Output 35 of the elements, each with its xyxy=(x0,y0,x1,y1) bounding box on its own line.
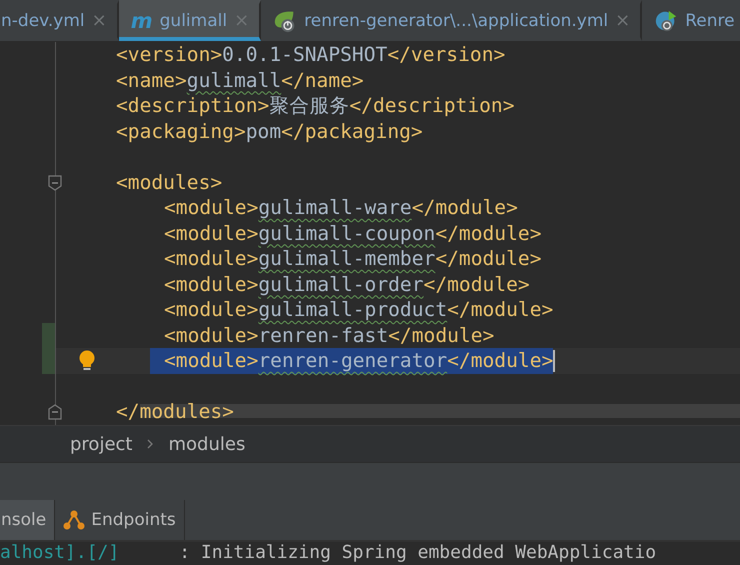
tab-label: renren-generator\...\application.yml xyxy=(304,10,608,30)
console-logger: alhost].[/] xyxy=(0,542,120,563)
code-line: <module>gulimall-order</module> xyxy=(164,272,530,297)
tab-label: nsole xyxy=(1,510,46,530)
code-line: <name>gulimall</name> xyxy=(116,68,364,93)
tool-window-tab[interactable]: nsole xyxy=(0,500,56,540)
power-icon xyxy=(654,8,678,32)
close-icon[interactable]: × xyxy=(92,10,107,31)
code-line: <module>gulimall-ware</module> xyxy=(164,195,518,220)
code-line: <module>gulimall-product</module> xyxy=(164,297,554,322)
code-line: <description>聚合服务</description> xyxy=(116,93,515,118)
tab-label: Endpoints xyxy=(91,510,176,530)
text-caret xyxy=(553,350,556,372)
editor-tab[interactable]: n-dev.yml × xyxy=(0,0,119,41)
close-icon[interactable]: × xyxy=(615,10,630,31)
code-line: <module>renren-fast</module> xyxy=(164,322,494,348)
tab-label: Renre xyxy=(685,10,735,30)
editor-tab[interactable]: m gulimall × xyxy=(118,0,262,41)
code-line: <version>0.0.1-SNAPSHOT</version> xyxy=(116,42,506,68)
code-line: <modules> xyxy=(116,170,222,195)
chevron-icon xyxy=(146,438,154,450)
nodes-icon xyxy=(63,509,86,531)
lightbulb-icon[interactable] xyxy=(78,350,96,372)
fold-icon[interactable] xyxy=(48,174,62,190)
code-line: <packaging>pom</packaging> xyxy=(116,118,423,144)
breadcrumb-item[interactable]: project xyxy=(70,434,132,454)
tab-label: n-dev.yml xyxy=(1,10,85,30)
code-line: <module>gulimall-coupon</module> xyxy=(164,220,542,246)
m-icon: m xyxy=(130,8,153,32)
code-line: <module>gulimall-member</module> xyxy=(164,246,542,272)
breadcrumb-item[interactable]: modules xyxy=(168,434,246,454)
code-line: </modules> xyxy=(116,399,234,424)
tab-label: gulimall xyxy=(160,10,228,30)
fold-icon[interactable] xyxy=(48,404,62,420)
console-message: : Initializing Spring embedded WebApplicatio xyxy=(179,542,656,563)
